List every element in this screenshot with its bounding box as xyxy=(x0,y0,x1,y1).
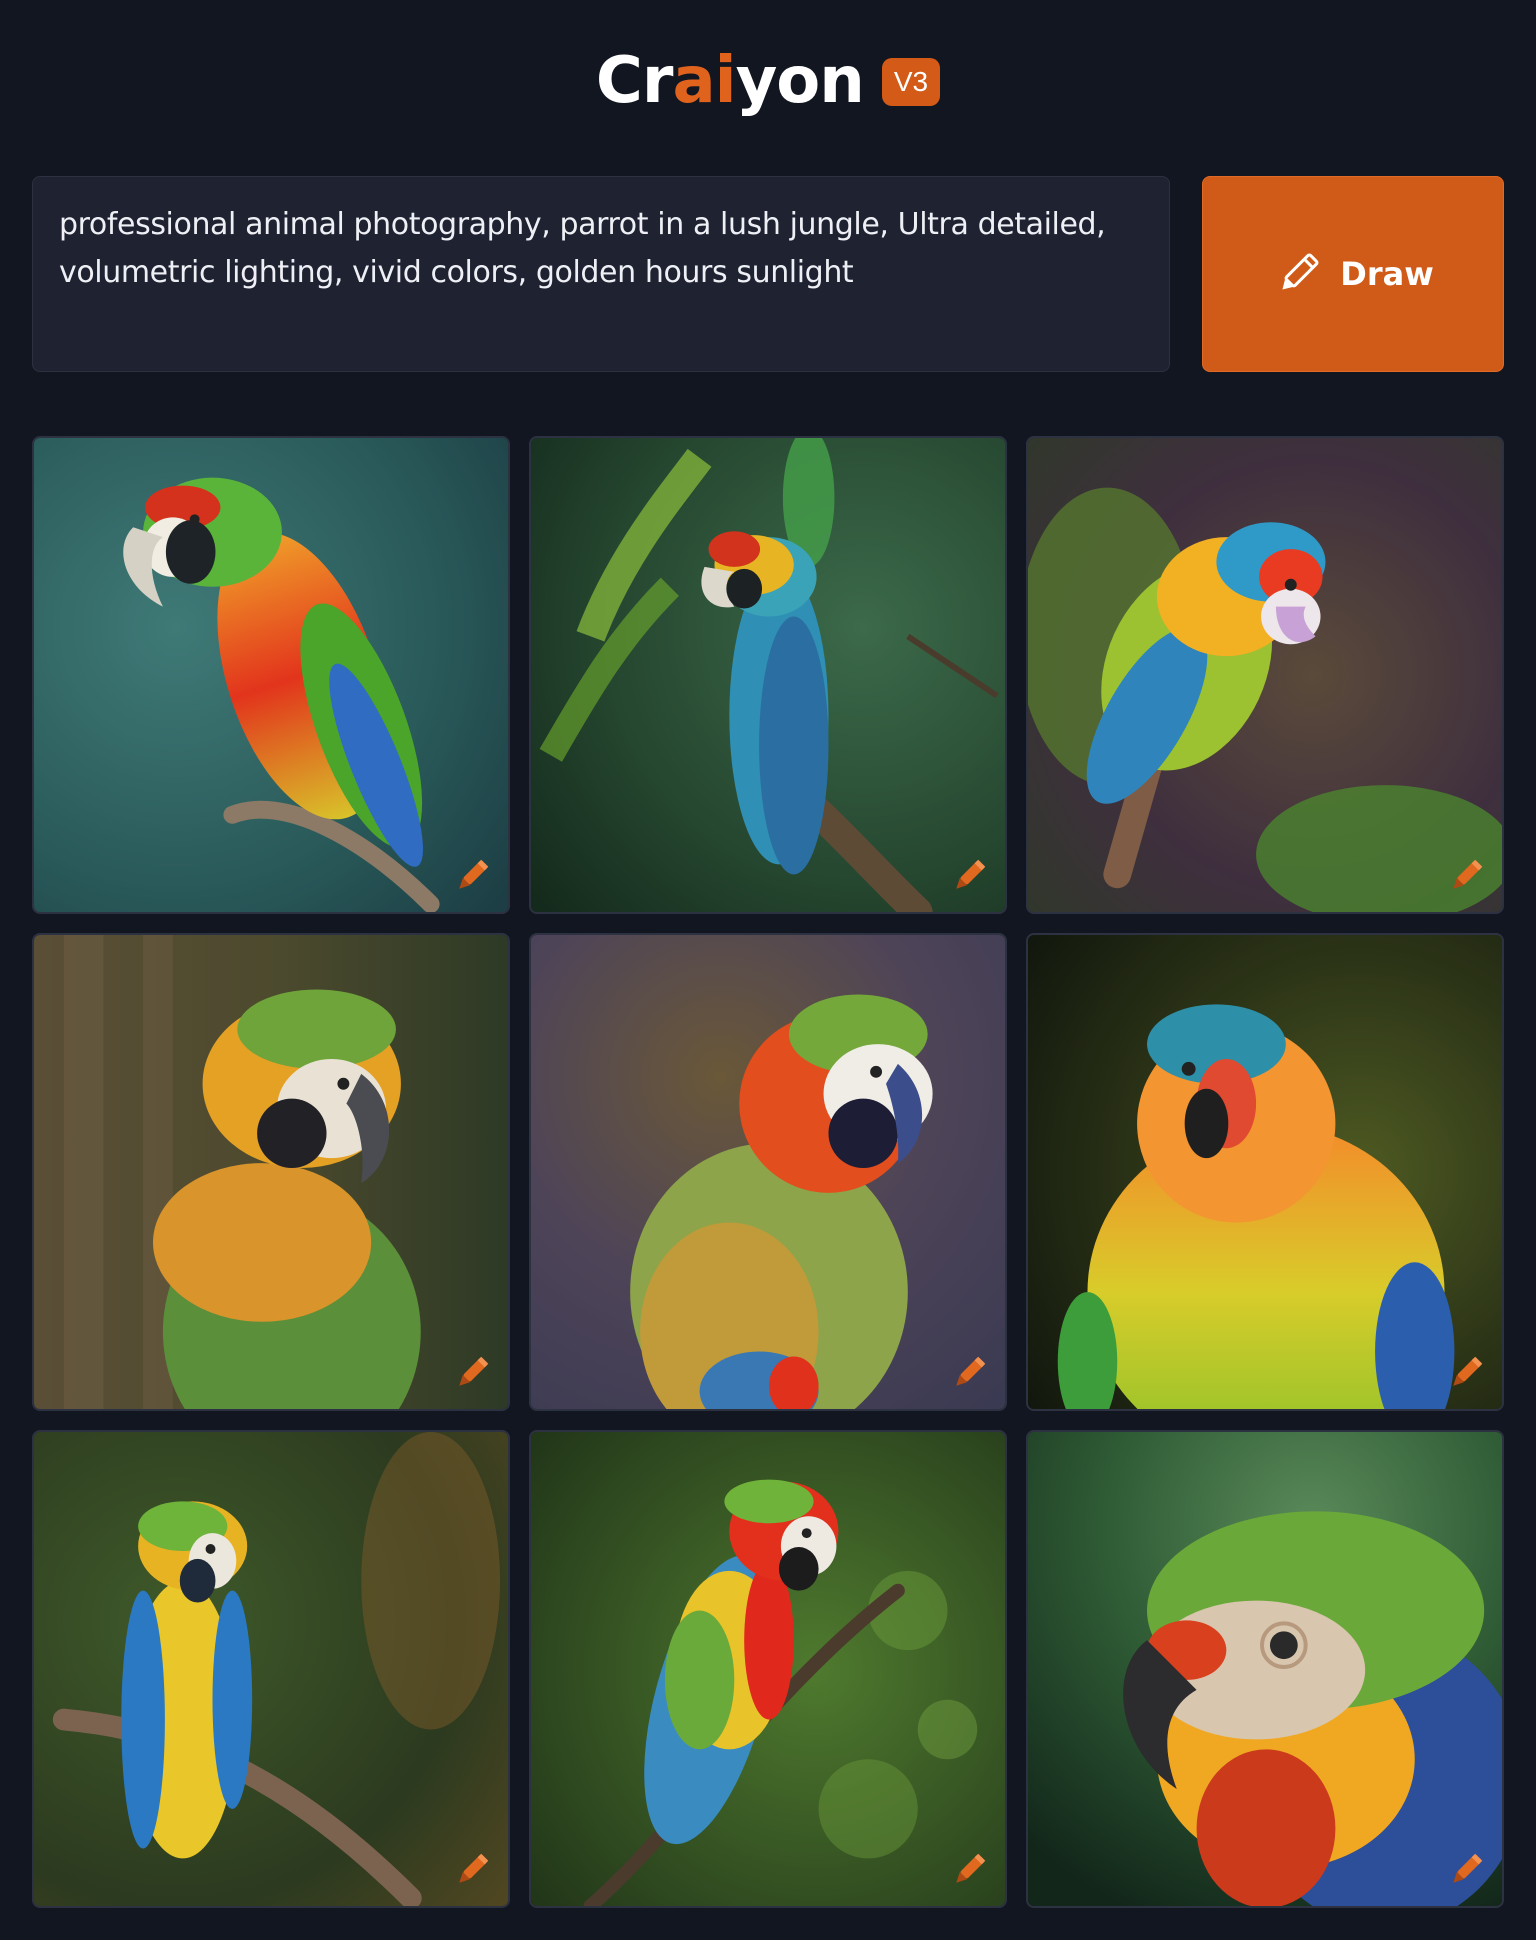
edit-pencil-icon[interactable] xyxy=(1444,854,1488,898)
result-image-7[interactable] xyxy=(32,1430,510,1908)
header: Craiyon V3 xyxy=(0,36,1536,126)
parrot-image xyxy=(531,935,1005,1409)
craiyon-page: Craiyon V3 professional animal photograp… xyxy=(0,0,1536,1940)
edit-pencil-icon[interactable] xyxy=(1444,1848,1488,1892)
logo-part-ai: ai xyxy=(672,44,736,118)
draw-button[interactable]: Draw xyxy=(1202,176,1504,372)
parrot-image xyxy=(1028,438,1502,912)
result-image-8[interactable] xyxy=(529,1430,1007,1908)
draw-button-label: Draw xyxy=(1340,255,1434,293)
result-image-6[interactable] xyxy=(1026,933,1504,1411)
parrot-image xyxy=(34,438,508,912)
edit-pencil-icon[interactable] xyxy=(1444,1351,1488,1395)
craiyon-logo[interactable]: Craiyon V3 xyxy=(596,49,941,113)
result-image-4[interactable] xyxy=(32,933,510,1411)
parrot-image xyxy=(34,1432,508,1906)
result-image-9[interactable] xyxy=(1026,1430,1504,1908)
edit-pencil-icon[interactable] xyxy=(450,854,494,898)
parrot-image xyxy=(1028,1432,1502,1906)
pencil-icon xyxy=(1272,248,1324,300)
edit-pencil-icon[interactable] xyxy=(947,1848,991,1892)
parrot-image xyxy=(531,438,1005,912)
result-image-1[interactable] xyxy=(32,436,510,914)
result-image-2[interactable] xyxy=(529,436,1007,914)
edit-pencil-icon[interactable] xyxy=(947,1351,991,1395)
result-image-5[interactable] xyxy=(529,933,1007,1411)
logo-wordmark: Craiyon xyxy=(596,49,865,113)
logo-part-yon: yon xyxy=(735,44,865,118)
edit-pencil-icon[interactable] xyxy=(450,1351,494,1395)
prompt-input[interactable]: professional animal photography, parrot … xyxy=(32,176,1170,372)
result-image-3[interactable] xyxy=(1026,436,1504,914)
parrot-image xyxy=(1028,935,1502,1409)
parrot-image xyxy=(34,935,508,1409)
results-grid xyxy=(32,436,1504,1908)
edit-pencil-icon[interactable] xyxy=(947,854,991,898)
version-badge: V3 xyxy=(881,58,941,106)
parrot-image xyxy=(531,1432,1005,1906)
prompt-text: professional animal photography, parrot … xyxy=(59,207,1106,290)
logo-part-cr: Cr xyxy=(595,44,674,118)
edit-pencil-icon[interactable] xyxy=(450,1848,494,1892)
